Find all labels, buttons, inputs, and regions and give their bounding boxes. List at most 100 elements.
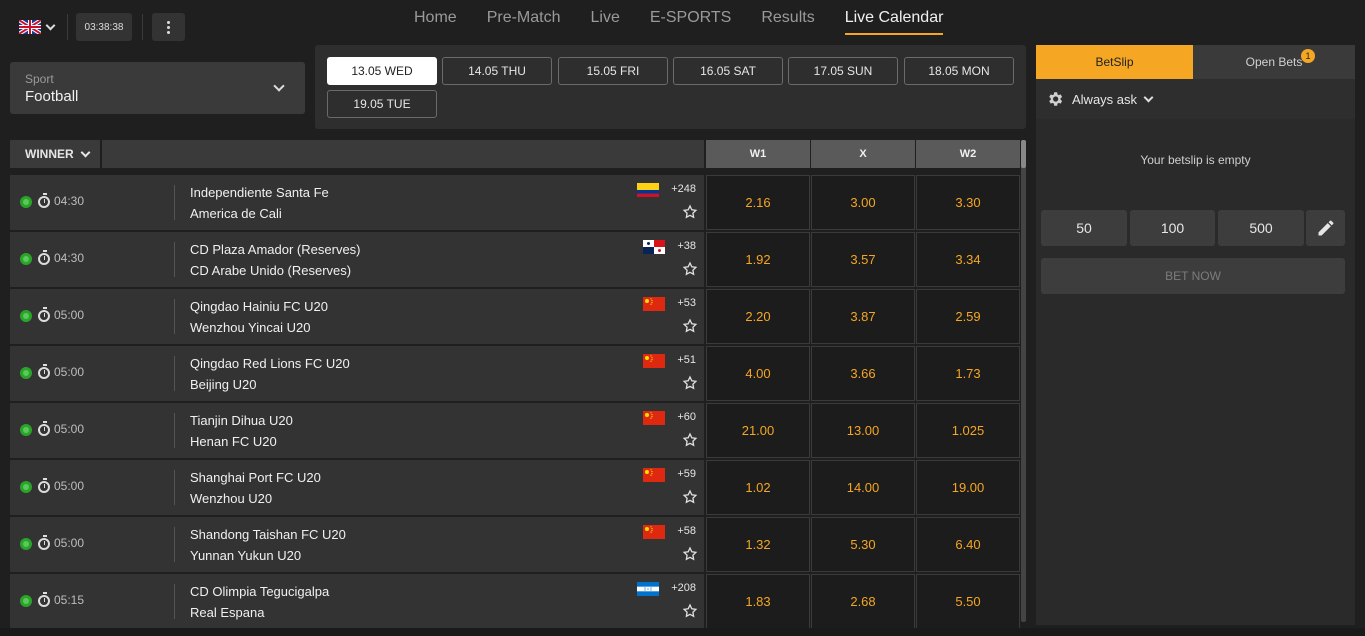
odds-button[interactable]: 5.50: [916, 574, 1020, 629]
table-row[interactable]: 04:30 Independiente Santa Fe America de Ca…: [10, 175, 1020, 230]
event-info[interactable]: 05:00 Qingdao Hainiu FC U20 Wenzhou Yincai…: [10, 289, 704, 344]
odds-button[interactable]: 3.87: [811, 289, 915, 344]
stake-500-button[interactable]: 500: [1218, 210, 1304, 246]
more-markets-count[interactable]: +51: [677, 354, 696, 366]
more-markets-count[interactable]: +60: [677, 411, 696, 423]
stake-100-button[interactable]: 100: [1130, 210, 1215, 246]
event-time: 05:00: [54, 422, 85, 436]
odds-button[interactable]: 1.02: [706, 460, 810, 515]
table-row[interactable]: 05:00 Qingdao Red Lions FC U20 Beijing U20…: [10, 346, 1020, 401]
table-row[interactable]: 05:00 Shandong Taishan FC U20 Yunnan Yukun…: [10, 517, 1020, 572]
event-info[interactable]: 05:00 Tianjin Dihua U20 Henan FC U20 +60: [10, 403, 704, 458]
scrollbar-thumb[interactable]: [1021, 140, 1026, 168]
more-markets-count[interactable]: +38: [677, 240, 696, 252]
odds-button[interactable]: 1.32: [706, 517, 810, 572]
scrollbar[interactable]: [1021, 140, 1026, 622]
column-header-w1: W1: [706, 140, 810, 168]
odds-button[interactable]: 2.68: [811, 574, 915, 629]
date-button[interactable]: 13.05 WED: [327, 57, 437, 85]
odds-button[interactable]: 2.20: [706, 289, 810, 344]
event-info[interactable]: 05:00 Shanghai Port FC U20 Wenzhou U20 +59: [10, 460, 704, 515]
odds-button[interactable]: 14.00: [811, 460, 915, 515]
date-button[interactable]: 14.05 THU: [442, 57, 552, 85]
nav-home[interactable]: Home: [414, 0, 457, 36]
odds-button[interactable]: 1.73: [916, 346, 1020, 401]
odds-button[interactable]: 3.00: [811, 175, 915, 230]
edit-stakes-button[interactable]: [1306, 210, 1345, 246]
odds-button[interactable]: 2.59: [916, 289, 1020, 344]
more-markets-count[interactable]: +248: [671, 183, 696, 195]
favorite-star-icon[interactable]: [682, 432, 698, 448]
odds-button[interactable]: 3.66: [811, 346, 915, 401]
team-away: Real Espana: [190, 605, 265, 620]
more-markets-count[interactable]: +59: [677, 468, 696, 480]
nav-pre-match[interactable]: Pre-Match: [487, 0, 561, 36]
event-info[interactable]: 05:00 Qingdao Red Lions FC U20 Beijing U20…: [10, 346, 704, 401]
more-markets-count[interactable]: +58: [677, 525, 696, 537]
column-header-x: X: [811, 140, 915, 168]
stake-50-button[interactable]: 50: [1041, 210, 1127, 246]
date-button[interactable]: 17.05 SUN: [788, 57, 898, 85]
odds-button[interactable]: 4.00: [706, 346, 810, 401]
odds-button[interactable]: 1.83: [706, 574, 810, 629]
table-header: WINNER W1 X W2: [10, 140, 1020, 168]
odds-button[interactable]: 3.30: [916, 175, 1020, 230]
odds-button[interactable]: 1.92: [706, 232, 810, 287]
favorite-star-icon[interactable]: [682, 603, 698, 619]
chevron-down-icon: [45, 20, 56, 30]
favorite-star-icon[interactable]: [682, 204, 698, 220]
bet-now-button[interactable]: BET NOW: [1041, 258, 1345, 294]
odds-change-setting[interactable]: Always ask: [1036, 79, 1355, 119]
market-label: WINNER: [25, 147, 74, 161]
odds-button[interactable]: 13.00: [811, 403, 915, 458]
language-selector[interactable]: [11, 12, 61, 42]
table-row[interactable]: 05:00 Shanghai Port FC U20 Wenzhou U20 +59 1…: [10, 460, 1020, 515]
nav-live-calendar[interactable]: Live Calendar: [844, 0, 943, 36]
date-button[interactable]: 19.05 TUE: [327, 90, 437, 118]
divider: [174, 356, 175, 391]
more-markets-count[interactable]: +208: [671, 582, 696, 594]
open-bets-badge: 1: [1301, 49, 1315, 63]
colombia-flag-icon: [637, 183, 659, 197]
table-row[interactable]: 05:00 Tianjin Dihua U20 Henan FC U20 +60 21.…: [10, 403, 1020, 458]
favorite-star-icon[interactable]: [682, 318, 698, 334]
odds-button[interactable]: 2.16: [706, 175, 810, 230]
table-row[interactable]: 04:30 CD Plaza Amador (Reserves) CD Arabe …: [10, 232, 1020, 287]
favorite-star-icon[interactable]: [682, 546, 698, 562]
event-info[interactable]: 04:30 CD Plaza Amador (Reserves) CD Arabe …: [10, 232, 704, 287]
tab-betslip[interactable]: BetSlip: [1036, 45, 1193, 79]
clock: 03:38:38: [76, 13, 132, 41]
china-flag-icon: [643, 411, 665, 425]
more-menu-button[interactable]: [152, 13, 185, 41]
table-row[interactable]: 05:15 CD Olimpia Tegucigalpa Real Espana +2…: [10, 574, 1020, 629]
odds-button[interactable]: 21.00: [706, 403, 810, 458]
event-info[interactable]: 05:15 CD Olimpia Tegucigalpa Real Espana +2…: [10, 574, 704, 629]
odds-button[interactable]: 19.00: [916, 460, 1020, 515]
stopwatch-icon: [38, 478, 50, 493]
odds-button[interactable]: 6.40: [916, 517, 1020, 572]
chevron-down-icon: [80, 147, 91, 157]
table-row[interactable]: 05:00 Qingdao Hainiu FC U20 Wenzhou Yincai…: [10, 289, 1020, 344]
team-home: Tianjin Dihua U20: [190, 413, 293, 428]
team-away: Wenzhou U20: [190, 491, 273, 506]
date-button[interactable]: 15.05 FRI: [558, 57, 668, 85]
tab-open-bets[interactable]: Open Bets: [1193, 45, 1355, 79]
market-selector[interactable]: WINNER: [10, 140, 100, 168]
favorite-star-icon[interactable]: [682, 375, 698, 391]
date-button[interactable]: 18.05 MON: [904, 57, 1014, 85]
nav-live[interactable]: Live: [590, 0, 619, 36]
pencil-icon: [1318, 220, 1333, 236]
more-markets-count[interactable]: +53: [677, 297, 696, 309]
sport-select[interactable]: Sport Football: [10, 62, 305, 114]
odds-button[interactable]: 3.34: [916, 232, 1020, 287]
nav-esports[interactable]: E-SPORTS: [650, 0, 732, 36]
event-info[interactable]: 05:00 Shandong Taishan FC U20 Yunnan Yukun…: [10, 517, 704, 572]
odds-button[interactable]: 1.025: [916, 403, 1020, 458]
odds-button[interactable]: 3.57: [811, 232, 915, 287]
favorite-star-icon[interactable]: [682, 261, 698, 277]
event-info[interactable]: 04:30 Independiente Santa Fe America de Ca…: [10, 175, 704, 230]
favorite-star-icon[interactable]: [682, 489, 698, 505]
nav-results[interactable]: Results: [761, 0, 814, 36]
odds-button[interactable]: 5.30: [811, 517, 915, 572]
date-button[interactable]: 16.05 SAT: [673, 57, 783, 85]
